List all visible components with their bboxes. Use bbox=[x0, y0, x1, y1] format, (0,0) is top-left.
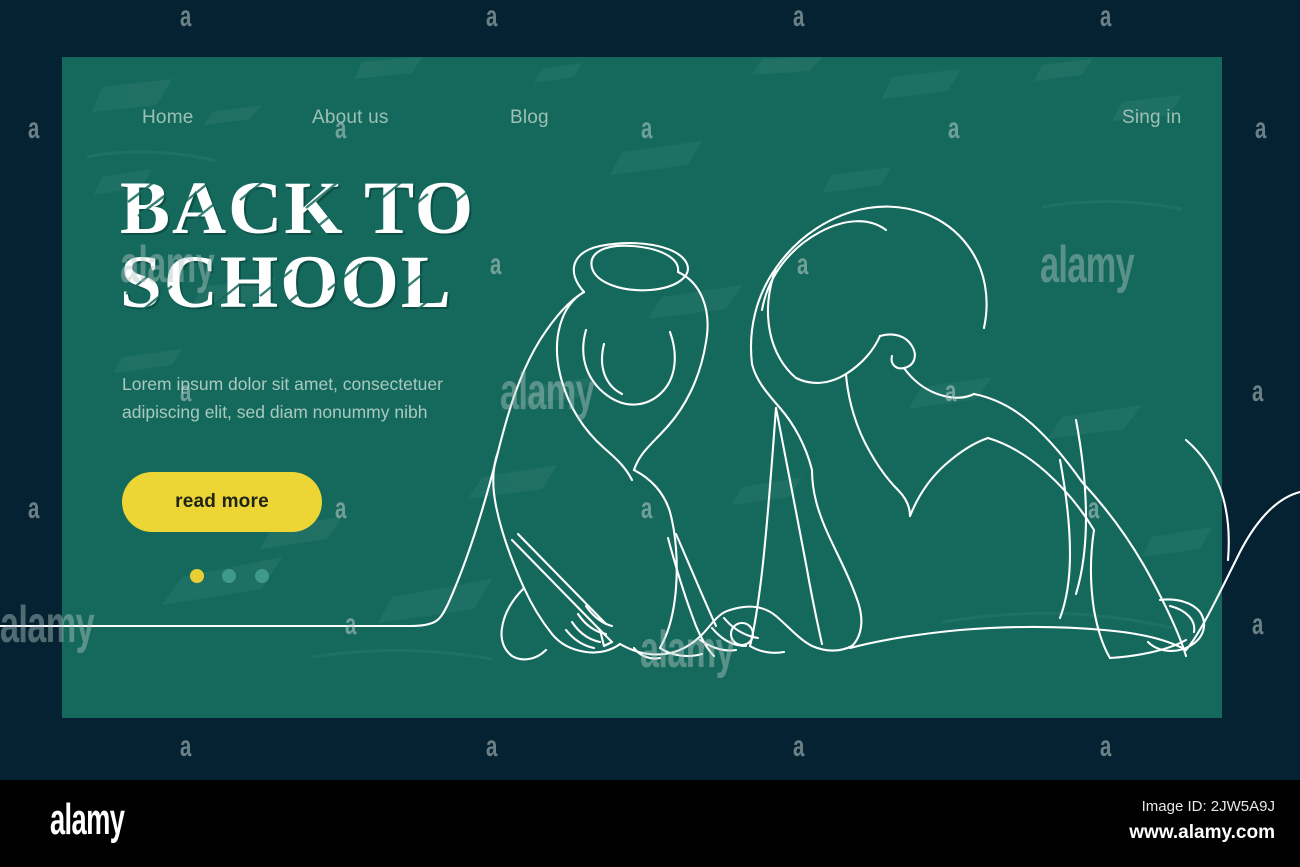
carousel-dot-2[interactable] bbox=[222, 568, 237, 583]
nav-item-home[interactable]: Home bbox=[142, 107, 193, 129]
carousel-dot-1[interactable] bbox=[190, 568, 204, 583]
nav-item-about-us[interactable]: About us bbox=[312, 107, 389, 129]
watermark-glyph: a bbox=[1252, 608, 1264, 641]
page-title-line-2: SCHOOL bbox=[120, 241, 453, 325]
watermark-glyph: a bbox=[486, 0, 498, 33]
carousel-dots bbox=[190, 567, 283, 583]
watermark-glyph: a bbox=[180, 0, 192, 33]
navigation-bar: Home About us Blog Sing in bbox=[62, 57, 1222, 177]
carousel-dot-3[interactable] bbox=[254, 568, 269, 583]
watermark-glyph: a bbox=[793, 730, 805, 763]
hero-subtitle: Lorem ipsum dolor sit amet, consectetuer… bbox=[122, 370, 542, 426]
watermark-glyph: a bbox=[1252, 375, 1264, 408]
page-title-line-1: BACK TO bbox=[120, 167, 476, 250]
watermark-glyph: a bbox=[1100, 730, 1112, 763]
watermark-glyph: a bbox=[28, 492, 40, 525]
nav-item-blog[interactable]: Blog bbox=[510, 107, 549, 129]
nav-item-sign-in[interactable]: Sing in bbox=[1122, 107, 1182, 129]
alamy-logo: alamy bbox=[50, 795, 125, 844]
watermark-glyph: a bbox=[793, 0, 805, 33]
image-canvas: Home About us Blog Sing in BACK TO SCHOO… bbox=[0, 0, 1300, 780]
read-more-button[interactable]: read more bbox=[122, 472, 322, 532]
watermark-glyph: a bbox=[1100, 0, 1112, 33]
hero-subtitle-line-1: Lorem ipsum dolor sit amet, consectetuer bbox=[122, 374, 443, 394]
page-title: BACK TO SCHOOL bbox=[120, 171, 590, 325]
watermark-glyph: a bbox=[180, 730, 192, 763]
screenshot-root: Home About us Blog Sing in BACK TO SCHOO… bbox=[0, 0, 1300, 867]
watermark-glyph: a bbox=[1255, 112, 1267, 145]
alamy-url-label: www.alamy.com bbox=[1129, 822, 1275, 843]
alamy-footer-bar: alamy Image ID: 2JW5A9J www.alamy.com bbox=[0, 780, 1300, 867]
image-id-label: Image ID: 2JW5A9J bbox=[1141, 798, 1275, 815]
watermark-glyph: a bbox=[486, 730, 498, 763]
hero-subtitle-line-2: adipiscing elit, sed diam nonummy nibh bbox=[122, 402, 428, 422]
watermark-glyph: a bbox=[28, 112, 40, 145]
